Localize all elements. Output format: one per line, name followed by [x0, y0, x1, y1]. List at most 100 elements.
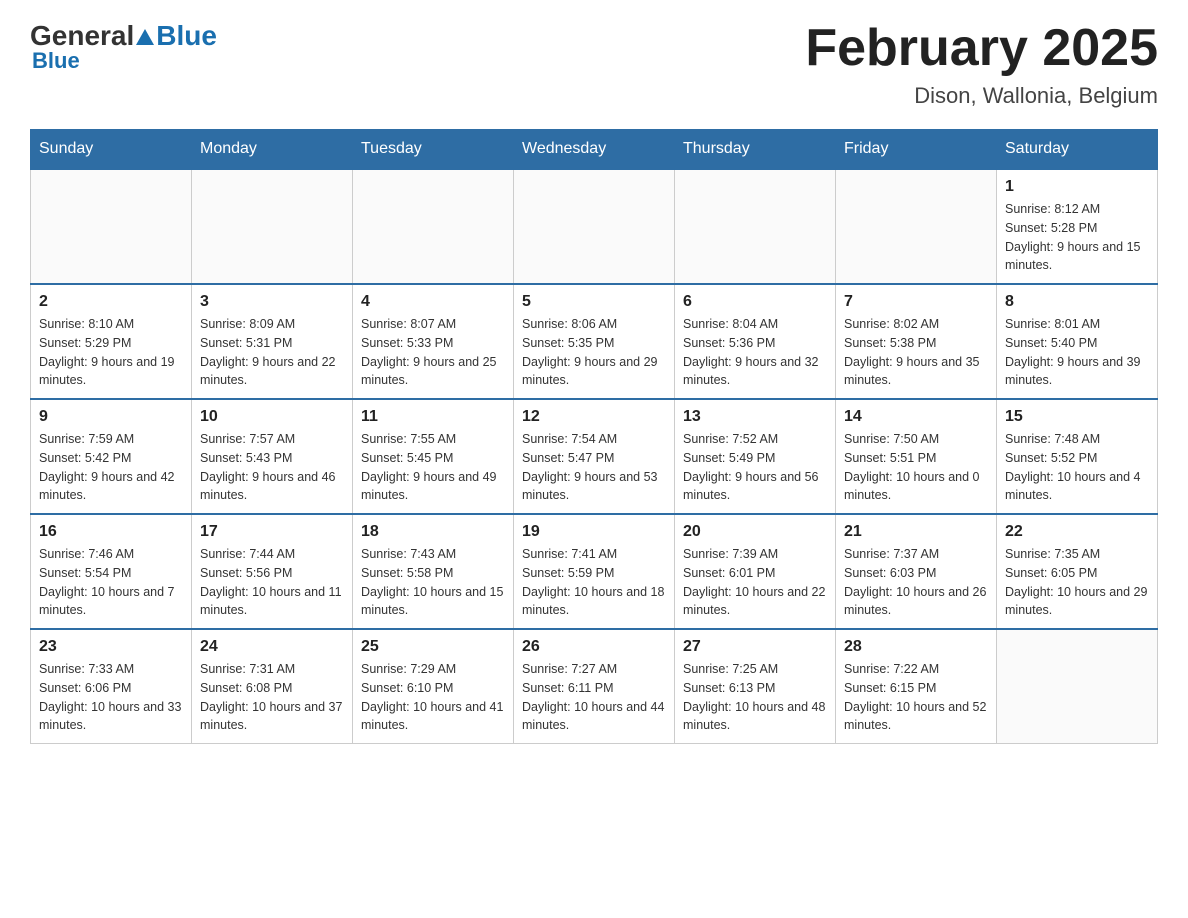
day-number: 12 [522, 408, 666, 426]
day-info: Sunrise: 7:35 AMSunset: 6:05 PMDaylight:… [1005, 545, 1149, 620]
day-info: Sunrise: 8:07 AMSunset: 5:33 PMDaylight:… [361, 315, 505, 390]
day-number: 4 [361, 293, 505, 311]
day-info: Sunrise: 8:09 AMSunset: 5:31 PMDaylight:… [200, 315, 344, 390]
calendar-day-cell: 18Sunrise: 7:43 AMSunset: 5:58 PMDayligh… [353, 514, 514, 629]
calendar-day-cell: 15 Sunrise: 7:48 AMSunset: 5:52 PMDayligh… [997, 399, 1158, 514]
calendar-day-cell: 19 Sunrise: 7:41 AMSunset: 5:59 PMDayligh… [514, 514, 675, 629]
calendar-day-cell: 3 Sunrise: 8:09 AMSunset: 5:31 PMDaylight… [192, 284, 353, 399]
day-info: Sunrise: 7:52 AMSunset: 5:49 PMDaylight:… [683, 430, 827, 505]
day-info: Sunrise: 7:41 AMSunset: 5:59 PMDaylight:… [522, 545, 666, 620]
day-info: Sunrise: 7:33 AMSunset: 6:06 PMDaylight:… [39, 660, 183, 735]
calendar-day-cell: 25Sunrise: 7:29 AMSunset: 6:10 PMDayligh… [353, 629, 514, 744]
calendar-day-cell [353, 169, 514, 284]
day-number: 6 [683, 293, 827, 311]
day-number: 3 [200, 293, 344, 311]
title-area: February 2025 Dison, Wallonia, Belgium [805, 20, 1158, 109]
calendar-week-row: 1 Sunrise: 8:12 AMSunset: 5:28 PMDaylight… [31, 169, 1158, 284]
calendar-day-cell: 12 Sunrise: 7:54 AMSunset: 5:47 PMDayligh… [514, 399, 675, 514]
day-info: Sunrise: 8:01 AMSunset: 5:40 PMDaylight:… [1005, 315, 1149, 390]
day-number: 2 [39, 293, 183, 311]
day-info: Sunrise: 7:39 AMSunset: 6:01 PMDaylight:… [683, 545, 827, 620]
calendar-title: February 2025 [805, 20, 1158, 77]
day-number: 10 [200, 408, 344, 426]
day-info: Sunrise: 7:37 AMSunset: 6:03 PMDaylight:… [844, 545, 988, 620]
calendar-day-cell: 24 Sunrise: 7:31 AMSunset: 6:08 PMDayligh… [192, 629, 353, 744]
calendar-day-cell: 20 Sunrise: 7:39 AMSunset: 6:01 PMDayligh… [675, 514, 836, 629]
day-info: Sunrise: 7:57 AMSunset: 5:43 PMDaylight:… [200, 430, 344, 505]
calendar-day-cell: 9 Sunrise: 7:59 AMSunset: 5:42 PMDaylight… [31, 399, 192, 514]
day-of-week-header: Friday [836, 130, 997, 170]
day-info: Sunrise: 7:50 AMSunset: 5:51 PMDaylight:… [844, 430, 988, 505]
day-info: Sunrise: 7:46 AMSunset: 5:54 PMDaylight:… [39, 545, 183, 620]
calendar-day-cell: 4 Sunrise: 8:07 AMSunset: 5:33 PMDaylight… [353, 284, 514, 399]
calendar-day-cell: 2 Sunrise: 8:10 AMSunset: 5:29 PMDaylight… [31, 284, 192, 399]
day-number: 20 [683, 523, 827, 541]
day-number: 19 [522, 523, 666, 541]
calendar-day-cell [997, 629, 1158, 744]
calendar-day-cell: 1 Sunrise: 8:12 AMSunset: 5:28 PMDaylight… [997, 169, 1158, 284]
day-info: Sunrise: 8:02 AMSunset: 5:38 PMDaylight:… [844, 315, 988, 390]
logo-triangle-icon [136, 20, 154, 52]
day-of-week-header: Saturday [997, 130, 1158, 170]
day-info: Sunrise: 7:55 AMSunset: 5:45 PMDaylight:… [361, 430, 505, 505]
day-info: Sunrise: 7:22 AMSunset: 6:15 PMDaylight:… [844, 660, 988, 735]
calendar-day-cell: 26Sunrise: 7:27 AMSunset: 6:11 PMDayligh… [514, 629, 675, 744]
day-number: 23 [39, 638, 183, 656]
calendar-week-row: 2 Sunrise: 8:10 AMSunset: 5:29 PMDaylight… [31, 284, 1158, 399]
logo-underline: Blue [32, 48, 80, 74]
calendar-day-cell: 5Sunrise: 8:06 AMSunset: 5:35 PMDaylight… [514, 284, 675, 399]
day-number: 7 [844, 293, 988, 311]
day-info: Sunrise: 7:59 AMSunset: 5:42 PMDaylight:… [39, 430, 183, 505]
day-info: Sunrise: 7:48 AMSunset: 5:52 PMDaylight:… [1005, 430, 1149, 505]
calendar-week-row: 16 Sunrise: 7:46 AMSunset: 5:54 PMDayligh… [31, 514, 1158, 629]
calendar-day-cell: 16 Sunrise: 7:46 AMSunset: 5:54 PMDayligh… [31, 514, 192, 629]
page-header: General Blue Blue February 2025 Dison, W… [30, 20, 1158, 109]
day-number: 8 [1005, 293, 1149, 311]
day-number: 24 [200, 638, 344, 656]
day-info: Sunrise: 7:25 AMSunset: 6:13 PMDaylight:… [683, 660, 827, 735]
calendar-header-row: SundayMondayTuesdayWednesdayThursdayFrid… [31, 130, 1158, 170]
day-of-week-header: Wednesday [514, 130, 675, 170]
day-of-week-header: Monday [192, 130, 353, 170]
calendar-day-cell: 8 Sunrise: 8:01 AMSunset: 5:40 PMDaylight… [997, 284, 1158, 399]
day-info: Sunrise: 8:10 AMSunset: 5:29 PMDaylight:… [39, 315, 183, 390]
calendar-day-cell: 7 Sunrise: 8:02 AMSunset: 5:38 PMDaylight… [836, 284, 997, 399]
calendar-day-cell: 28Sunrise: 7:22 AMSunset: 6:15 PMDayligh… [836, 629, 997, 744]
day-number: 11 [361, 408, 505, 426]
calendar-day-cell: 6 Sunrise: 8:04 AMSunset: 5:36 PMDaylight… [675, 284, 836, 399]
day-number: 1 [1005, 178, 1149, 196]
day-number: 22 [1005, 523, 1149, 541]
calendar-day-cell: 23 Sunrise: 7:33 AMSunset: 6:06 PMDayligh… [31, 629, 192, 744]
calendar-day-cell [31, 169, 192, 284]
calendar-week-row: 23 Sunrise: 7:33 AMSunset: 6:06 PMDayligh… [31, 629, 1158, 744]
calendar-day-cell [675, 169, 836, 284]
calendar-day-cell: 27 Sunrise: 7:25 AMSunset: 6:13 PMDayligh… [675, 629, 836, 744]
calendar-day-cell: 22 Sunrise: 7:35 AMSunset: 6:05 PMDayligh… [997, 514, 1158, 629]
day-number: 14 [844, 408, 988, 426]
day-number: 18 [361, 523, 505, 541]
day-number: 26 [522, 638, 666, 656]
logo-blue-text: Blue [156, 20, 217, 52]
day-info: Sunrise: 8:04 AMSunset: 5:36 PMDaylight:… [683, 315, 827, 390]
day-number: 27 [683, 638, 827, 656]
day-number: 13 [683, 408, 827, 426]
day-of-week-header: Sunday [31, 130, 192, 170]
calendar-day-cell [514, 169, 675, 284]
calendar-day-cell: 11 Sunrise: 7:55 AMSunset: 5:45 PMDayligh… [353, 399, 514, 514]
calendar-day-cell: 14 Sunrise: 7:50 AMSunset: 5:51 PMDayligh… [836, 399, 997, 514]
day-number: 25 [361, 638, 505, 656]
calendar-day-cell [836, 169, 997, 284]
day-number: 15 [1005, 408, 1149, 426]
calendar-subtitle: Dison, Wallonia, Belgium [805, 83, 1158, 109]
day-number: 16 [39, 523, 183, 541]
day-number: 9 [39, 408, 183, 426]
day-info: Sunrise: 8:06 AMSunset: 5:35 PMDaylight:… [522, 315, 666, 390]
calendar-day-cell: 17Sunrise: 7:44 AMSunset: 5:56 PMDayligh… [192, 514, 353, 629]
day-info: Sunrise: 7:31 AMSunset: 6:08 PMDaylight:… [200, 660, 344, 735]
day-of-week-header: Tuesday [353, 130, 514, 170]
day-number: 21 [844, 523, 988, 541]
calendar-day-cell: 21 Sunrise: 7:37 AMSunset: 6:03 PMDayligh… [836, 514, 997, 629]
day-info: Sunrise: 7:54 AMSunset: 5:47 PMDaylight:… [522, 430, 666, 505]
day-info: Sunrise: 8:12 AMSunset: 5:28 PMDaylight:… [1005, 200, 1149, 275]
day-info: Sunrise: 7:44 AMSunset: 5:56 PMDaylight:… [200, 545, 344, 620]
